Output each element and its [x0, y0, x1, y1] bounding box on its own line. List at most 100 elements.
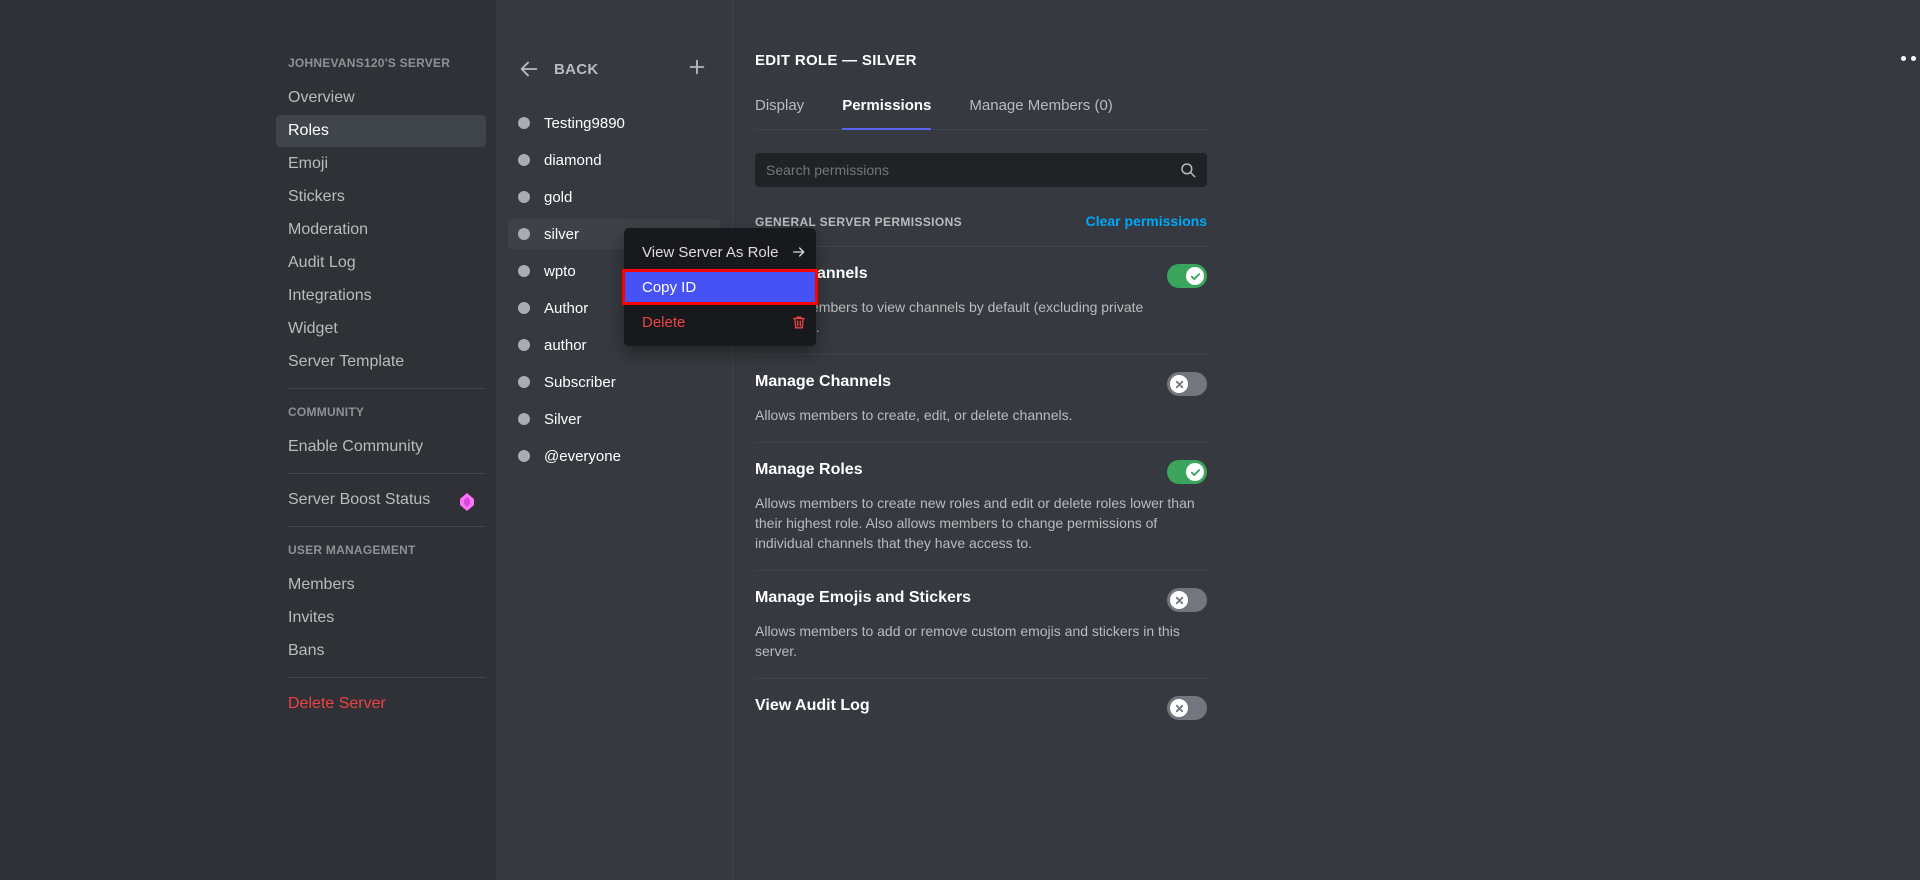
- context-menu-item-delete[interactable]: Delete: [624, 306, 816, 338]
- role-row-subscriber[interactable]: Subscriber: [508, 367, 720, 397]
- role-color-dot: [518, 117, 530, 129]
- permission-name: Manage Roles: [755, 461, 863, 478]
- sidebar-item-members[interactable]: Members: [276, 569, 486, 601]
- toggle-knob: [1170, 699, 1188, 717]
- permission-toggle[interactable]: [1167, 460, 1207, 484]
- role-row-diamond[interactable]: diamond: [508, 145, 720, 175]
- toggle-knob: [1186, 267, 1204, 285]
- role-name: Silver: [544, 410, 582, 428]
- sidebar-item-widget[interactable]: Widget: [276, 313, 486, 345]
- close-icon: [1175, 380, 1183, 388]
- role-color-dot: [518, 154, 530, 166]
- trash-icon: [791, 314, 807, 331]
- back-button[interactable]: BACK: [518, 58, 599, 80]
- permission-description: Allows members to create, edit, or delet…: [755, 407, 1073, 423]
- sidebar-item-delete-server[interactable]: Delete Server: [276, 688, 486, 720]
- role-color-dot: [518, 302, 530, 314]
- role-name: @everyone: [544, 447, 621, 465]
- sidebar-item-server-template[interactable]: Server Template: [276, 346, 486, 378]
- toggle-knob: [1170, 591, 1188, 609]
- sidebar-item-bans[interactable]: Bans: [276, 635, 486, 667]
- page-title: EDIT ROLE — SILVER: [755, 52, 917, 69]
- permission-view-audit-log: View Audit Log: [755, 678, 1207, 720]
- sidebar-item-label: Bans: [288, 642, 325, 659]
- role-color-dot: [518, 228, 530, 240]
- permissions-section-header: GENERAL SERVER PERMISSIONS Clear permiss…: [755, 213, 1207, 229]
- role-color-dot: [518, 376, 530, 388]
- permission-manage-emojis-and-stickers: Manage Emojis and Stickers Allows member…: [755, 570, 1207, 661]
- context-menu-item-label: Delete: [642, 313, 686, 331]
- sidebar-server-name: JOHNEVANS120'S SERVER: [288, 56, 451, 70]
- role-row-everyone[interactable]: @everyone: [508, 441, 720, 471]
- search-permissions-wrapper: [755, 153, 1207, 187]
- role-name: Testing9890: [544, 114, 625, 132]
- sidebar-item-enable-community[interactable]: Enable Community: [276, 431, 486, 463]
- role-tabs: Display Permissions Manage Members (0): [755, 97, 1207, 130]
- clear-permissions-link[interactable]: Clear permissions: [1086, 213, 1207, 229]
- permission-name: View Audit Log: [755, 697, 870, 714]
- arrow-right-icon: [791, 244, 807, 260]
- role-name: silver: [544, 225, 580, 243]
- permission-name: Manage Channels: [755, 373, 892, 390]
- sidebar-item-server-boost-status[interactable]: Server Boost Status: [276, 484, 486, 516]
- tab-manage-members[interactable]: Manage Members (0): [969, 97, 1112, 130]
- search-permissions-input[interactable]: [755, 153, 1207, 187]
- dot: [1911, 56, 1916, 61]
- role-row-testing9890[interactable]: Testing9890: [508, 108, 720, 138]
- sidebar-item-emoji[interactable]: Emoji: [276, 148, 486, 180]
- context-menu-item-copy-id[interactable]: Copy ID: [622, 269, 818, 305]
- sidebar-section-user-management: USER MANAGEMENT: [288, 543, 416, 557]
- sidebar-item-audit-log[interactable]: Audit Log: [276, 247, 486, 279]
- check-icon: [1190, 272, 1200, 280]
- sidebar-item-integrations[interactable]: Integrations: [276, 280, 486, 312]
- sidebar-divider: [288, 526, 486, 527]
- role-color-dot: [518, 191, 530, 203]
- role-color-dot: [518, 450, 530, 462]
- boost-gem-icon: [460, 491, 474, 511]
- permission-manage-channels: Manage Channels Allows members to create…: [755, 354, 1207, 425]
- tab-label: Manage Members (0): [969, 97, 1113, 114]
- sidebar-item-label: Stickers: [288, 188, 345, 205]
- sidebar-item-stickers[interactable]: Stickers: [276, 181, 486, 213]
- context-menu-item-view-server-as-role[interactable]: View Server As Role: [624, 236, 816, 268]
- sidebar-item-label: Integrations: [288, 287, 372, 304]
- permission-description: Allows members to add or remove custom e…: [755, 623, 1180, 659]
- role-name: wpto: [544, 262, 576, 280]
- role-name: Subscriber: [544, 373, 616, 391]
- role-row-gold[interactable]: gold: [508, 182, 720, 212]
- role-row-silver-upper[interactable]: Silver: [508, 404, 720, 434]
- sidebar-item-overview[interactable]: Overview: [276, 82, 486, 114]
- sidebar-item-moderation[interactable]: Moderation: [276, 214, 486, 246]
- role-name: diamond: [544, 151, 602, 169]
- more-options-icon[interactable]: [1901, 56, 1920, 61]
- close-icon: [1175, 596, 1183, 604]
- sidebar-item-label: Widget: [288, 320, 338, 337]
- permission-toggle[interactable]: [1167, 264, 1207, 288]
- add-role-button[interactable]: [686, 56, 708, 82]
- sidebar-item-label: Audit Log: [288, 254, 356, 271]
- sidebar-item-label: Overview: [288, 89, 355, 106]
- sidebar-divider: [288, 388, 486, 389]
- sidebar-item-label: Server Boost Status: [288, 491, 431, 508]
- sidebar-item-label: Members: [288, 576, 355, 593]
- role-context-menu: View Server As Role Copy ID Delete: [622, 228, 818, 346]
- dot: [1901, 56, 1906, 61]
- permission-toggle[interactable]: [1167, 588, 1207, 612]
- role-name: gold: [544, 188, 573, 206]
- sidebar-item-label: Server Template: [288, 353, 405, 370]
- plus-icon: [689, 59, 705, 75]
- role-name: author: [544, 336, 587, 354]
- permission-toggle[interactable]: [1167, 696, 1207, 720]
- sidebar-item-label: Enable Community: [288, 438, 424, 455]
- tab-permissions[interactable]: Permissions: [842, 97, 932, 130]
- permission-description: Allows members to view channels by defau…: [755, 299, 1144, 335]
- permission-manage-roles: Manage Roles Allows members to create ne…: [755, 442, 1207, 553]
- sidebar-item-label: Emoji: [288, 155, 329, 172]
- tab-display[interactable]: Display: [755, 97, 804, 130]
- sidebar-item-roles[interactable]: Roles: [276, 115, 486, 147]
- sidebar-item-invites[interactable]: Invites: [276, 602, 486, 634]
- sidebar-item-label: Delete Server: [288, 695, 386, 712]
- permission-toggle[interactable]: [1167, 372, 1207, 396]
- sidebar-divider: [288, 473, 486, 474]
- settings-sidebar: JOHNEVANS120'S SERVER Overview Roles Emo…: [276, 0, 496, 880]
